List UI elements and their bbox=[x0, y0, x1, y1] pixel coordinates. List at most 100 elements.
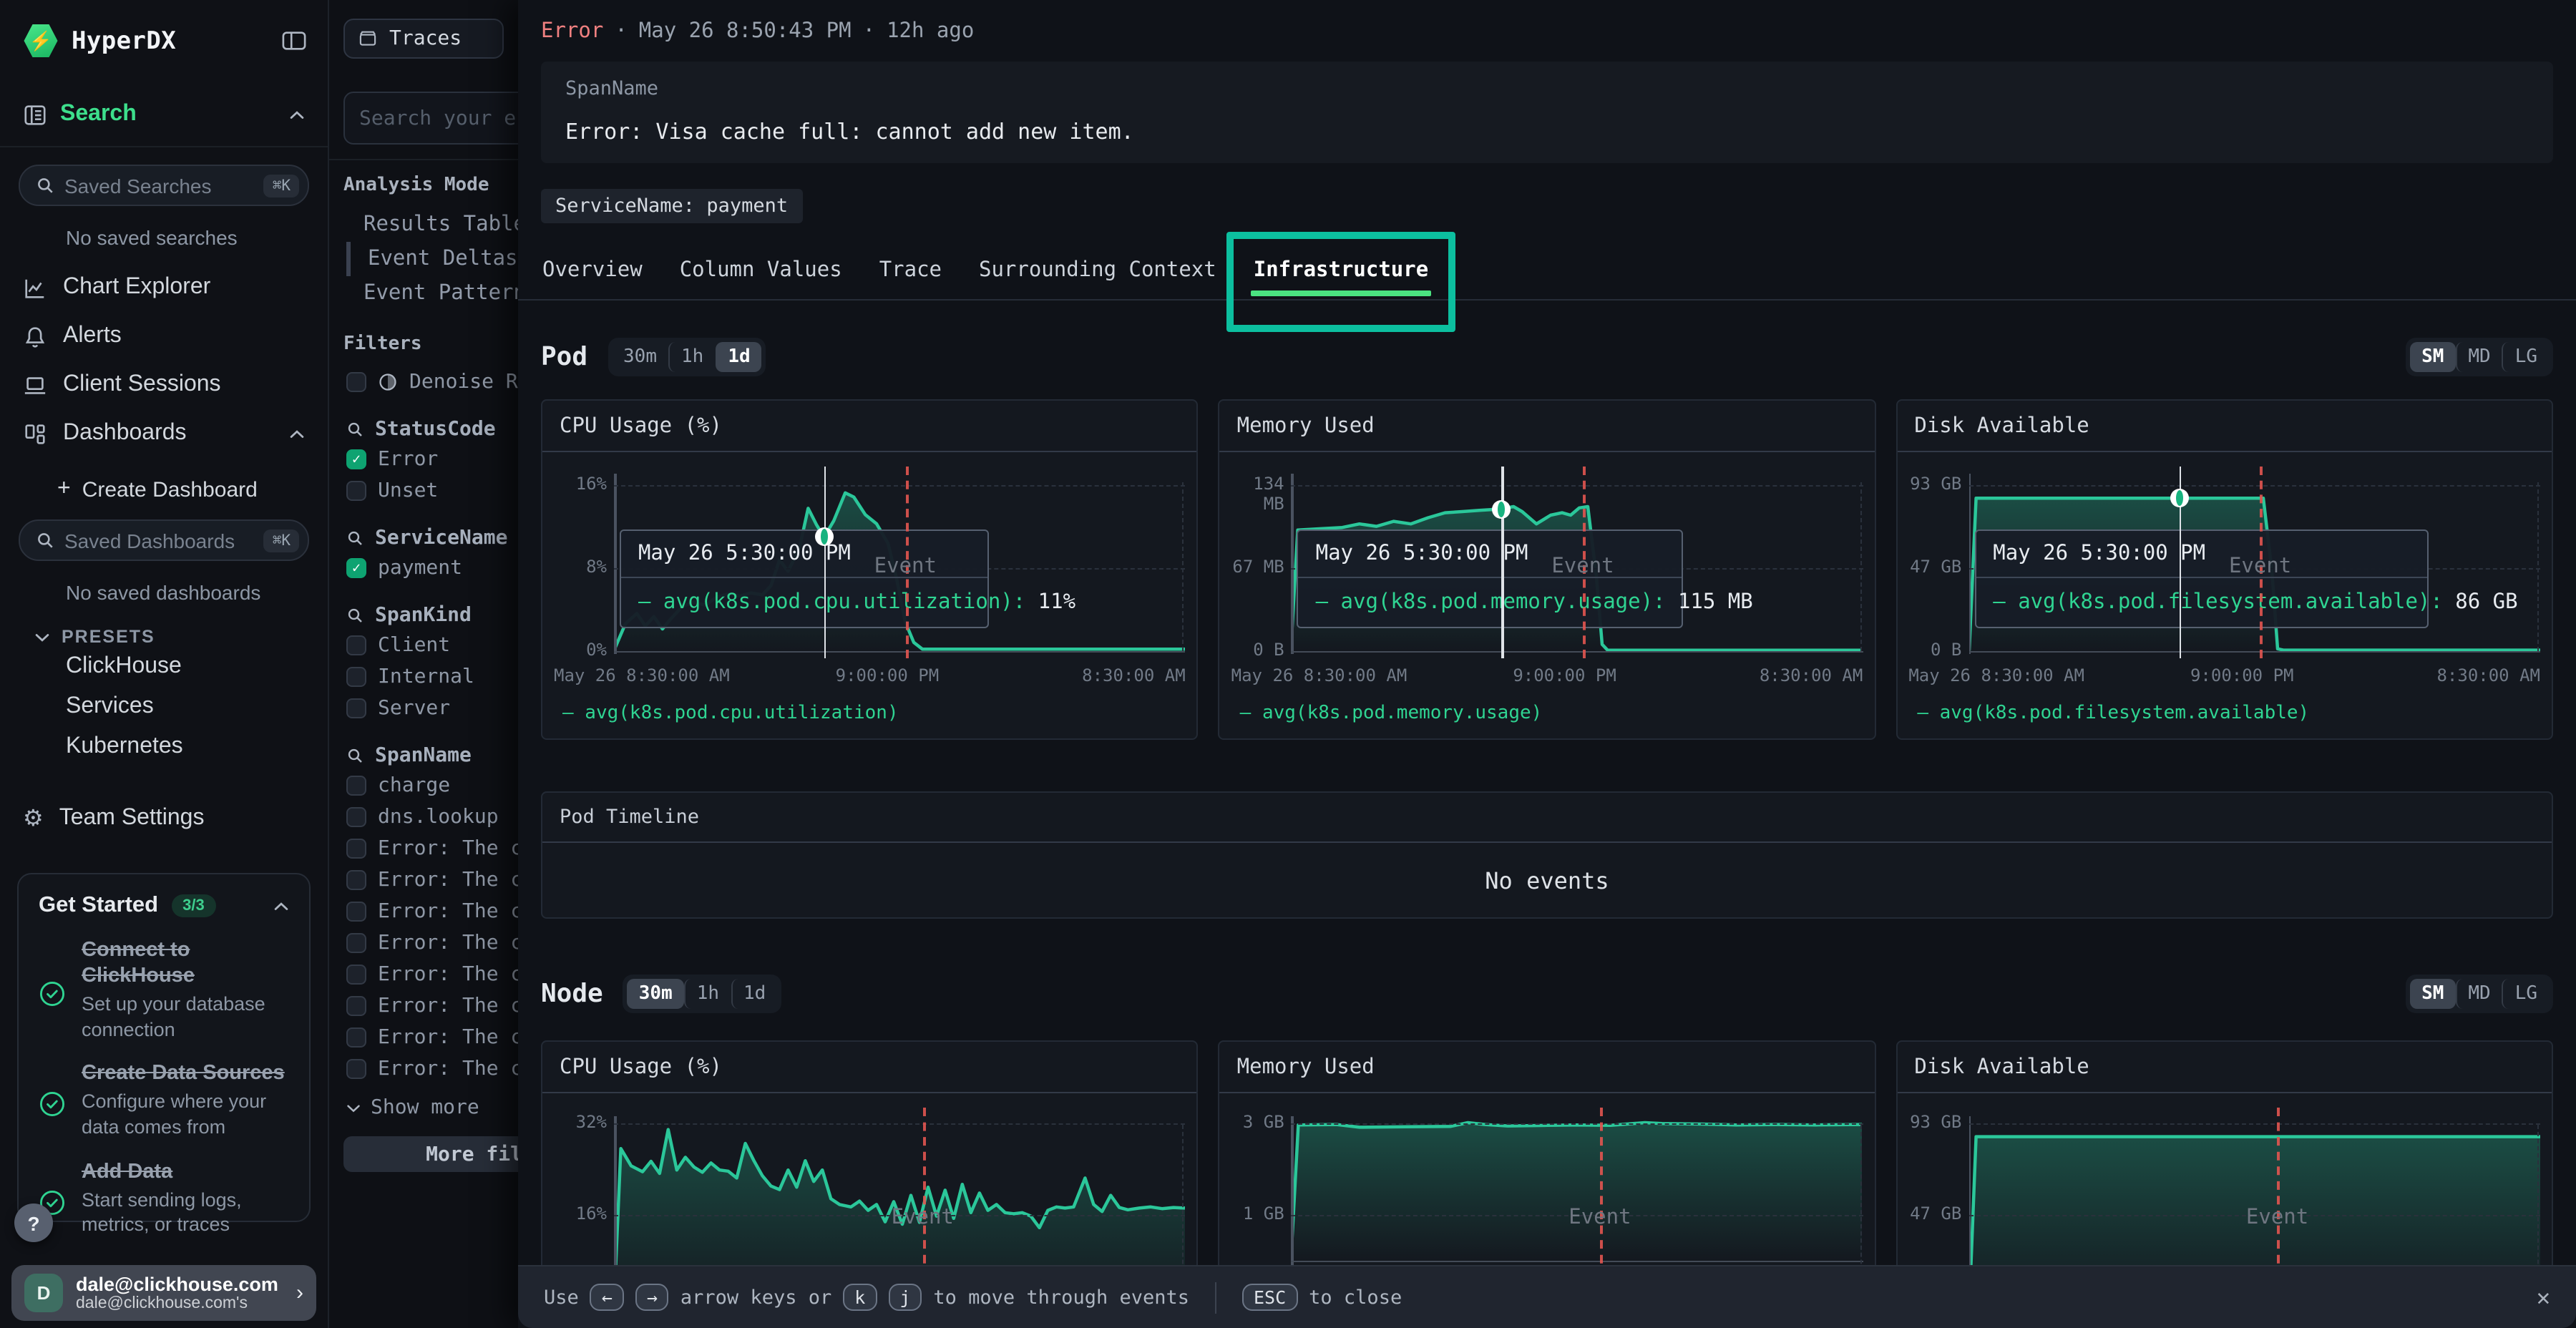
user-menu[interactable]: D dale@clickhouse.com dale@clickhouse.co… bbox=[11, 1265, 316, 1321]
checkbox-unchecked[interactable] bbox=[346, 1059, 366, 1079]
get-started-task[interactable]: Add DataStart sending logs, metrics, or … bbox=[39, 1158, 289, 1237]
checkbox-unchecked[interactable] bbox=[346, 481, 366, 501]
close-icon[interactable]: ✕ bbox=[2537, 1284, 2550, 1311]
sidebar-item-client-sessions[interactable]: Client Sessions bbox=[0, 361, 328, 409]
hint-text: to close bbox=[1309, 1286, 1402, 1309]
node-size-sm[interactable]: SM bbox=[2410, 979, 2455, 1009]
x-tick-label: May 26 8:30:00 AM bbox=[554, 665, 730, 685]
filter-option[interactable]: Error: The cr bbox=[329, 959, 518, 990]
node-range-30m[interactable]: 30m bbox=[628, 979, 684, 1009]
checkbox-unchecked[interactable] bbox=[346, 1027, 366, 1048]
chevron-up-icon[interactable] bbox=[289, 109, 305, 119]
event-search-input[interactable]: Search your e bbox=[343, 92, 518, 145]
checkbox-unchecked[interactable] bbox=[346, 667, 366, 687]
filter-option[interactable]: Error: The cr bbox=[329, 990, 518, 1022]
node-size-lg[interactable]: LG bbox=[2502, 979, 2549, 1009]
checkbox-unchecked[interactable] bbox=[346, 372, 366, 392]
search-icon[interactable] bbox=[346, 421, 364, 438]
tab-surrounding-context[interactable]: Surrounding Context bbox=[960, 242, 1235, 299]
k-key[interactable]: k bbox=[843, 1284, 877, 1311]
get-started-task[interactable]: Create Data SourcesConfigure where your … bbox=[39, 1061, 289, 1140]
chart-card-pod-disk: Disk Available93 GB47 GB0 BEventMay 26 5… bbox=[1896, 399, 2553, 740]
pod-size-sm[interactable]: SM bbox=[2410, 342, 2455, 372]
pod-range-30m[interactable]: 30m bbox=[612, 342, 668, 372]
tab-column-values[interactable]: Column Values bbox=[661, 242, 861, 299]
checkbox-checked[interactable]: ✓ bbox=[346, 558, 366, 578]
arrow-left-key[interactable]: ← bbox=[590, 1284, 624, 1311]
preset-item-kubernetes[interactable]: Kubernetes bbox=[0, 727, 328, 767]
filter-option[interactable]: Internal bbox=[329, 661, 518, 693]
more-filters-button[interactable]: More fil bbox=[343, 1136, 518, 1172]
y-tick-label: 47 GB bbox=[1904, 1205, 1961, 1224]
pod-size-lg[interactable]: LG bbox=[2502, 342, 2549, 372]
denoise-toggle[interactable]: Denoise Re bbox=[329, 366, 518, 398]
saved-dashboards-input[interactable]: Saved Dashboards ⌘K bbox=[19, 519, 309, 561]
filter-option[interactable]: dns.lookup bbox=[329, 801, 518, 833]
search-icon[interactable] bbox=[346, 529, 364, 547]
show-more-button[interactable]: Show more bbox=[329, 1085, 518, 1119]
hint-text: arrow keys or bbox=[680, 1286, 831, 1309]
filter-option[interactable]: ✓payment bbox=[329, 552, 518, 584]
filter-option[interactable]: ✓Error bbox=[329, 444, 518, 475]
esc-key[interactable]: ESC bbox=[1242, 1284, 1297, 1311]
checkbox-unchecked[interactable] bbox=[346, 996, 366, 1016]
checkbox-unchecked[interactable] bbox=[346, 776, 366, 796]
filter-option[interactable]: Error: The cr bbox=[329, 1022, 518, 1053]
gridline bbox=[614, 1123, 1186, 1124]
node-range-1d[interactable]: 1d bbox=[731, 979, 777, 1009]
checkbox-unchecked[interactable] bbox=[346, 807, 366, 827]
search-icon[interactable] bbox=[346, 747, 364, 764]
filter-option[interactable]: Error: The cr bbox=[329, 896, 518, 927]
service-name-chip[interactable]: ServiceName: payment bbox=[541, 189, 802, 223]
search-icon[interactable] bbox=[346, 607, 364, 624]
checkbox-checked[interactable]: ✓ bbox=[346, 449, 366, 469]
checkbox-unchecked[interactable] bbox=[346, 965, 366, 985]
pod-range-1d[interactable]: 1d bbox=[715, 342, 761, 372]
filter-option[interactable]: Client bbox=[329, 630, 518, 661]
filter-option[interactable]: Error: The cr bbox=[329, 927, 518, 959]
sidebar-item-chart-explorer[interactable]: Chart Explorer bbox=[0, 263, 328, 312]
preset-item-clickhouse[interactable]: ClickHouse bbox=[0, 647, 328, 687]
checkbox-unchecked[interactable] bbox=[346, 902, 366, 922]
node-range-1h[interactable]: 1h bbox=[684, 979, 731, 1009]
arrow-right-key[interactable]: → bbox=[635, 1284, 669, 1311]
chevron-up-icon[interactable] bbox=[273, 901, 289, 911]
saved-searches-input[interactable]: Saved Searches ⌘K bbox=[19, 165, 309, 206]
j-key[interactable]: j bbox=[888, 1284, 922, 1311]
task-desc: Start sending logs, metrics, or traces bbox=[82, 1187, 289, 1237]
tab-trace[interactable]: Trace bbox=[861, 242, 960, 299]
sidebar-item-search[interactable]: Search bbox=[0, 59, 328, 127]
sidebar-item-alerts[interactable]: Alerts bbox=[0, 312, 328, 361]
checkbox-unchecked[interactable] bbox=[346, 635, 366, 655]
collapse-sidebar-icon[interactable] bbox=[280, 29, 308, 53]
checkbox-unchecked[interactable] bbox=[346, 933, 366, 953]
source-select[interactable]: Traces bbox=[343, 19, 504, 59]
analysis-mode-event-patterns[interactable]: Event Patterns bbox=[329, 276, 518, 311]
pod-range-1h[interactable]: 1h bbox=[668, 342, 715, 372]
filter-option[interactable]: Error: The cr bbox=[329, 833, 518, 864]
tab-overview[interactable]: Overview bbox=[524, 242, 661, 299]
analysis-mode-event-deltas[interactable]: Event Deltas bbox=[329, 242, 518, 276]
help-button[interactable]: ? bbox=[14, 1204, 53, 1242]
get-started-task[interactable]: Connect to ClickHouseSet up your databas… bbox=[39, 937, 289, 1043]
checkbox-unchecked[interactable] bbox=[346, 698, 366, 718]
checkbox-unchecked[interactable] bbox=[346, 839, 366, 859]
pod-size-md[interactable]: MD bbox=[2455, 342, 2502, 372]
analysis-mode-results-table[interactable]: Results Table bbox=[329, 208, 518, 242]
checkbox-unchecked[interactable] bbox=[346, 870, 366, 890]
preset-item-services[interactable]: Services bbox=[0, 687, 328, 727]
sidebar-item-dashboards[interactable]: Dashboards bbox=[0, 409, 328, 458]
presets-toggle[interactable]: PRESETS bbox=[0, 604, 328, 647]
filter-option[interactable]: charge bbox=[329, 770, 518, 801]
sidebar-item-team-settings[interactable]: ⚙ Team Settings bbox=[0, 767, 328, 833]
create-dashboard-button[interactable]: + Create Dashboard bbox=[0, 458, 328, 502]
filter-option[interactable]: Unset bbox=[329, 475, 518, 507]
node-size-md[interactable]: MD bbox=[2455, 979, 2502, 1009]
filter-option[interactable]: Error: The cr bbox=[329, 864, 518, 896]
filter-option[interactable]: Error: The cr bbox=[329, 1053, 518, 1085]
chevron-up-icon[interactable] bbox=[289, 429, 305, 439]
span-name-card: SpanName Error: Visa cache full: cannot … bbox=[541, 62, 2553, 163]
filter-option[interactable]: Server bbox=[329, 693, 518, 724]
tab-infrastructure[interactable]: Infrastructure bbox=[1235, 242, 1447, 299]
x-axis-line bbox=[1292, 1261, 1863, 1263]
